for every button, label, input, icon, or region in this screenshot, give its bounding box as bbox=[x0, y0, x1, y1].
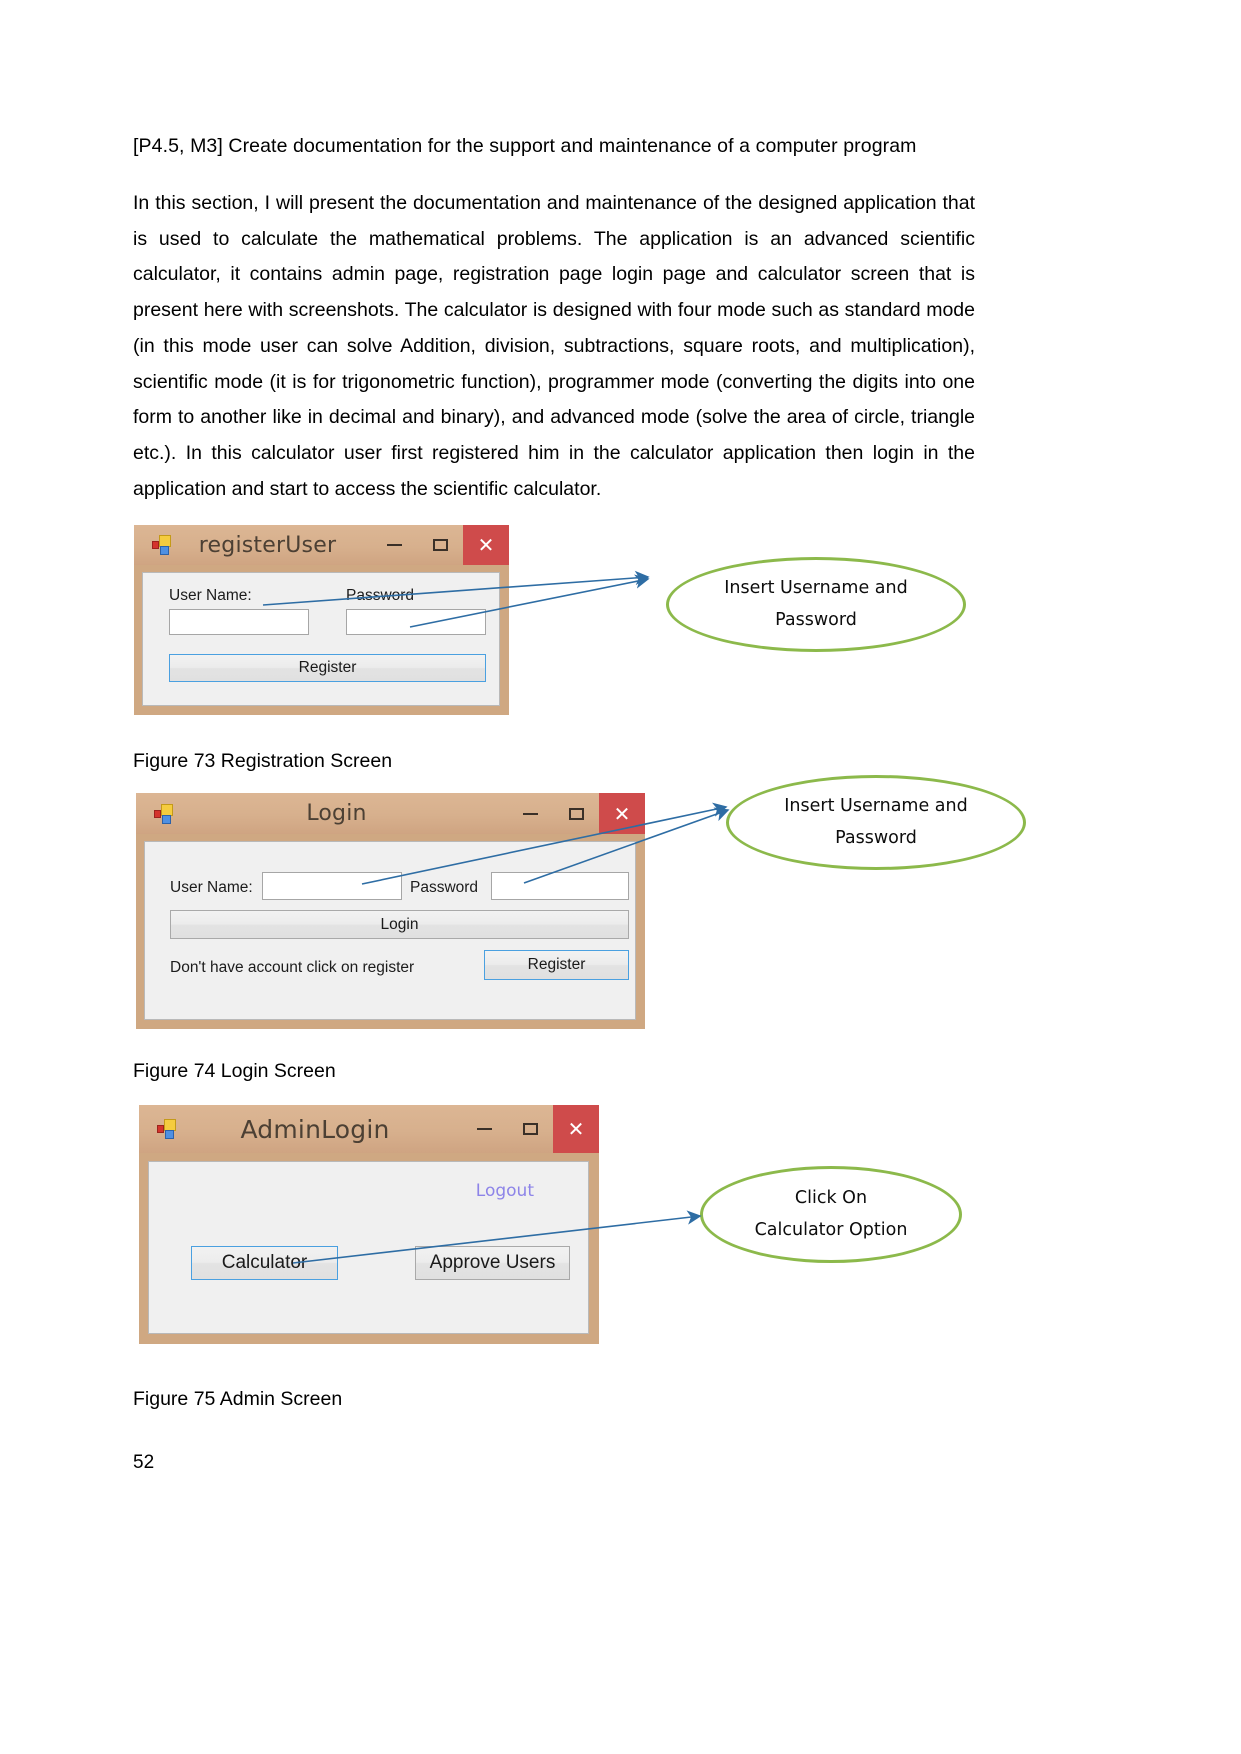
figure-75-caption: Figure 75 Admin Screen bbox=[133, 1388, 343, 1410]
close-icon[interactable]: ✕ bbox=[599, 793, 645, 834]
login-window-title: Login bbox=[306, 801, 367, 826]
login-register-hint: Don't have account click on register bbox=[170, 959, 415, 976]
figure-73-caption: Figure 73 Registration Screen bbox=[133, 750, 393, 772]
page-heading: [P4.5, M3] Create documentation for the … bbox=[133, 135, 917, 157]
admin-titlebar: AdminLogin ✕ bbox=[139, 1105, 599, 1153]
register-titlebar: registerUser ✕ bbox=[134, 525, 509, 565]
callout-admin-click-calculator: Click On Calculator Option bbox=[700, 1166, 962, 1263]
admin-logout-link[interactable]: Logout bbox=[476, 1181, 534, 1201]
register-window-body: User Name: Password Register bbox=[142, 572, 500, 706]
callout-login-line2: Password bbox=[835, 827, 917, 848]
admin-approve-users-button[interactable]: Approve Users bbox=[415, 1246, 570, 1280]
callout-login-insert-credentials: Insert Username and Password bbox=[726, 775, 1026, 870]
login-password-label: Password bbox=[410, 879, 479, 896]
figure-74-caption: Figure 74 Login Screen bbox=[133, 1060, 336, 1082]
login-titlebar: Login ✕ bbox=[136, 793, 645, 834]
callout-login-line1: Insert Username and bbox=[784, 796, 968, 816]
callout-register-line2: Password bbox=[775, 609, 857, 630]
maximize-icon[interactable] bbox=[553, 793, 599, 834]
register-username-label: User Name: bbox=[169, 587, 252, 604]
body-paragraph: In this section, I will present the docu… bbox=[133, 192, 975, 500]
admin-login-window: AdminLogin ✕ Logout Calculator Approve U… bbox=[139, 1105, 599, 1344]
minimize-icon[interactable] bbox=[371, 525, 417, 565]
callout-admin-line2: Calculator Option bbox=[754, 1219, 908, 1240]
maximize-icon[interactable] bbox=[507, 1105, 553, 1153]
login-username-input[interactable] bbox=[262, 872, 402, 900]
callout-register-line1: Insert Username and bbox=[724, 578, 908, 598]
register-password-label: Password bbox=[346, 587, 415, 604]
minimize-icon[interactable] bbox=[461, 1105, 507, 1153]
minimize-icon[interactable] bbox=[507, 793, 553, 834]
document-page: [P4.5, M3] Create documentation for the … bbox=[0, 0, 1241, 1754]
close-icon[interactable]: ✕ bbox=[463, 525, 509, 565]
login-password-input[interactable] bbox=[491, 872, 629, 900]
register-username-input[interactable] bbox=[169, 609, 309, 635]
maximize-icon[interactable] bbox=[417, 525, 463, 565]
login-submit-button[interactable]: Login bbox=[170, 910, 629, 939]
register-user-window: registerUser ✕ User Name: Password Regis… bbox=[134, 525, 509, 715]
admin-window-title: AdminLogin bbox=[240, 1114, 390, 1144]
register-submit-button[interactable]: Register bbox=[169, 654, 486, 682]
register-password-input[interactable] bbox=[346, 609, 486, 635]
admin-calculator-button[interactable]: Calculator bbox=[191, 1246, 338, 1280]
callout-admin-line1: Click On bbox=[794, 1188, 868, 1208]
page-number: 52 bbox=[133, 1452, 155, 1473]
callout-register-insert-credentials: Insert Username and Password bbox=[666, 557, 966, 652]
admin-window-body: Logout Calculator Approve Users bbox=[148, 1161, 589, 1334]
login-window-body: User Name: Password Login Don't have acc… bbox=[144, 841, 636, 1020]
login-username-label: User Name: bbox=[170, 879, 253, 896]
close-icon[interactable]: ✕ bbox=[553, 1105, 599, 1153]
register-window-title: registerUser bbox=[198, 532, 337, 558]
login-window: Login ✕ User Name: Password Login Don't … bbox=[136, 793, 645, 1029]
login-register-button[interactable]: Register bbox=[484, 950, 629, 980]
